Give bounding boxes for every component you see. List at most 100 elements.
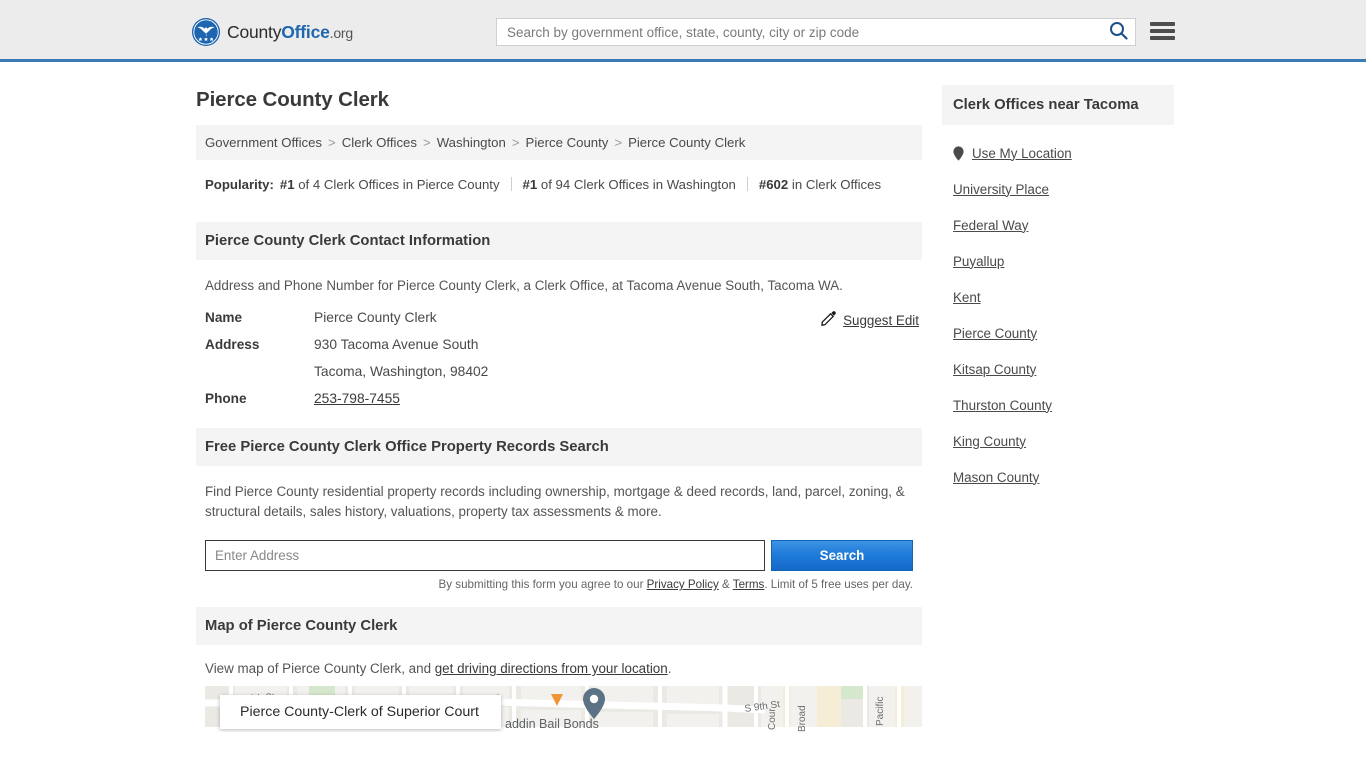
popularity-entry-national: #602 in Clerk Offices [759, 177, 881, 192]
sidebar-heading: Clerk Offices near Tacoma [942, 85, 1174, 125]
svg-text:Pacific: Pacific [875, 697, 886, 726]
popularity-divider [746, 177, 748, 191]
sidebar-link-puyallup[interactable]: Puyallup [953, 254, 1004, 269]
sidebar-link-federal-way[interactable]: Federal Way [953, 218, 1028, 233]
contact-value-name: Pierce County Clerk [314, 310, 437, 325]
global-search-box[interactable] [496, 18, 1136, 46]
contact-details: Suggest Edit Name Pierce County Clerk Ad… [196, 302, 922, 412]
breadcrumb-separator: > [328, 135, 336, 150]
breadcrumb-separator: > [511, 135, 520, 150]
logo-text-org: .org [329, 24, 354, 41]
sidebar-item-federal-way[interactable]: Federal Way [953, 207, 1174, 243]
sidebar-item-pierce-county[interactable]: Pierce County [953, 315, 1174, 351]
logo-text-office: Office [281, 21, 330, 42]
search-icon [1109, 21, 1128, 43]
sidebar-link-kitsap-county[interactable]: Kitsap County [953, 362, 1036, 377]
hamburger-bar [1150, 36, 1175, 40]
breadcrumb-item-washington[interactable]: Washington [437, 135, 506, 150]
breadcrumb-separator: > [614, 135, 623, 150]
site-logo[interactable]: CountyOffice.org [192, 18, 353, 46]
sidebar-item-use-my-location[interactable]: Use My Location [953, 135, 1174, 171]
search-submit-button[interactable] [1101, 19, 1135, 45]
contact-row-name: Name Pierce County Clerk [205, 310, 913, 325]
contact-section-heading: Pierce County Clerk Contact Information [196, 222, 922, 260]
contact-value-address-line2: Tacoma, Washington, 98402 [314, 364, 489, 379]
breadcrumb-item-clerk-offices[interactable]: Clerk Offices [342, 135, 417, 150]
map-desc-prefix: View map of Pierce County Clerk, and [205, 661, 435, 676]
sidebar-link-king-county[interactable]: King County [953, 434, 1026, 449]
sidebar-item-mason-county[interactable]: Mason County [953, 459, 1174, 495]
sidebar: Clerk Offices near Tacoma Use My Locatio… [942, 62, 1174, 495]
map-section-description: View map of Pierce County Clerk, and get… [196, 645, 922, 686]
sidebar-link-pierce-county[interactable]: Pierce County [953, 326, 1037, 341]
sidebar-item-university-place[interactable]: University Place [953, 171, 1174, 207]
legal-suffix: . Limit of 5 free uses per day. [764, 578, 913, 591]
contact-value-address-line1: 930 Tacoma Avenue South [314, 337, 479, 352]
eagle-seal-icon [192, 18, 220, 46]
breadcrumb-item-current: Pierce County Clerk [628, 135, 746, 150]
sidebar-link-university-place[interactable]: University Place [953, 182, 1049, 197]
page-body: Pierce County Clerk Government Offices > C… [0, 62, 1366, 732]
sidebar-link-kent[interactable]: Kent [953, 290, 981, 305]
hamburger-menu-icon[interactable] [1150, 20, 1175, 42]
popularity-text: of 4 Clerk Offices in Pierce County [298, 177, 500, 192]
contact-row-address-line2: Tacoma, Washington, 98402 [205, 364, 913, 379]
map-section-heading: Map of Pierce County Clerk [196, 607, 922, 645]
popularity-row: Popularity: #1 of 4 Clerk Offices in Pier… [196, 160, 922, 206]
popularity-entry-state: #1 of 94 Clerk Offices in Washington [523, 177, 736, 192]
popularity-text: of 94 Clerk Offices in Washington [540, 177, 736, 192]
popularity-rank: #602 [758, 177, 789, 192]
suggest-edit-label: Suggest Edit [843, 312, 919, 328]
breadcrumb-item-pierce-county[interactable]: Pierce County [526, 135, 609, 150]
property-search-heading: Free Pierce County Clerk Office Property… [196, 428, 922, 466]
svg-text:Cour: Cour [767, 708, 778, 730]
contact-section-description: Address and Phone Number for Pierce Coun… [205, 278, 843, 293]
location-pin-icon [953, 145, 964, 161]
map-desc-suffix: . [667, 661, 672, 676]
suggest-edit-button[interactable]: Suggest Edit [821, 311, 919, 329]
property-search-description: Find Pierce County residential property … [205, 484, 905, 519]
sidebar-link-thurston-county[interactable]: Thurston County [953, 398, 1052, 413]
contact-row-phone: Phone 253-798-7455 [205, 391, 913, 406]
sidebar-item-king-county[interactable]: King County [953, 423, 1174, 459]
popularity-label: Popularity: [205, 177, 274, 192]
sidebar-item-thurston-county[interactable]: Thurston County [953, 387, 1174, 423]
sidebar-item-kitsap-county[interactable]: Kitsap County [953, 351, 1174, 387]
privacy-policy-link[interactable]: Privacy Policy [647, 578, 719, 591]
contact-row-address: Address 930 Tacoma Avenue South [205, 337, 913, 352]
popularity-text: in Clerk Offices [791, 177, 882, 192]
contact-label: Name [205, 310, 243, 325]
contact-label: Address [205, 337, 260, 352]
contact-label: Phone [205, 391, 247, 406]
breadcrumb: Government Offices > Clerk Offices > Washing… [196, 125, 922, 160]
legal-prefix: By submitting this form you agree to our [438, 578, 647, 591]
sidebar-list: Use My Location University Place Federal… [942, 125, 1174, 495]
sidebar-item-puyallup[interactable]: Puyallup [953, 243, 1174, 279]
main-column: Pierce County Clerk Government Offices > C… [196, 62, 922, 732]
contact-value-phone-link[interactable]: 253-798-7455 [314, 391, 400, 406]
breadcrumb-separator: > [422, 135, 431, 150]
svg-text:Broad: Broad [797, 705, 808, 732]
form-legal-text: By submitting this form you agree to our… [196, 571, 922, 591]
breadcrumb-item-government-offices[interactable]: Government Offices [205, 135, 322, 150]
sidebar-link-use-my-location[interactable]: Use My Location [972, 146, 1072, 161]
site-logo-text: CountyOffice.org [227, 22, 353, 43]
search-input[interactable] [497, 19, 1101, 45]
terms-link[interactable]: Terms [733, 578, 765, 591]
map-infobox-title: Pierce County-Clerk of Superior Court [240, 704, 479, 720]
map-poi-label: addin Bail Bonds [505, 717, 599, 731]
property-search-button[interactable]: Search [771, 540, 913, 571]
property-search-form: Search [196, 528, 922, 571]
legal-amp: & [718, 578, 733, 591]
map-infobox[interactable]: Pierce County-Clerk of Superior Court [220, 695, 501, 729]
address-input[interactable] [205, 540, 765, 571]
map-canvas[interactable]: S 8th St A S 9th St . . Cour Broad Pacif… [205, 686, 922, 732]
popularity-entry-county: #1 of 4 Clerk Offices in Pierce County [280, 177, 500, 192]
logo-text-county: County [227, 21, 282, 42]
edit-pencil-icon [821, 311, 836, 329]
sidebar-link-mason-county[interactable]: Mason County [953, 470, 1039, 485]
sidebar-item-kent[interactable]: Kent [953, 279, 1174, 315]
hamburger-bar [1150, 29, 1175, 33]
driving-directions-link[interactable]: get driving directions from your locatio… [435, 661, 668, 676]
page-title: Pierce County Clerk [196, 88, 389, 111]
